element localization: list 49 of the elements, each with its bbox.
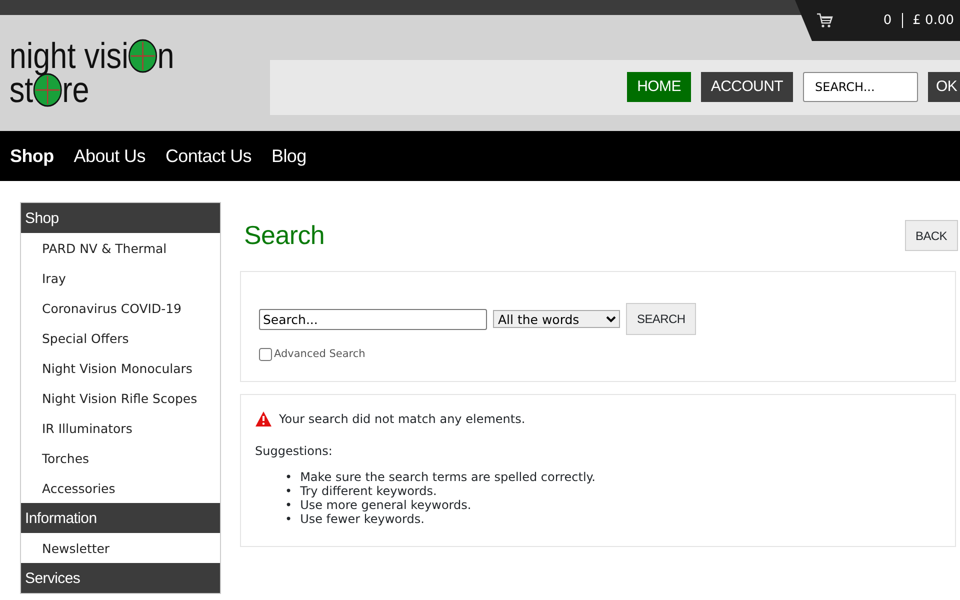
- message-text: Your search did not match any elements.: [279, 410, 526, 428]
- search-field[interactable]: Search...: [259, 308, 487, 330]
- nav-button[interactable]: ACCOUNT: [700, 72, 793, 102]
- suggestion-item: Try different keywords.: [300, 484, 437, 498]
- bullet-mark: •: [285, 470, 292, 484]
- nav-link[interactable]: Shop: [10, 142, 54, 170]
- logo-text: night visi: [9, 39, 128, 73]
- sidebar-item[interactable]: Night Vision Monoculars: [21, 353, 220, 383]
- sidebar-heading: Shop: [21, 203, 220, 233]
- logo-text: n: [157, 39, 174, 73]
- cart-panel[interactable]: 0 £ 0.00: [795, 0, 960, 41]
- sidebar-item[interactable]: IR Illuminators: [21, 413, 220, 443]
- suggestion-item: Make sure the search terms are spelled correctly.: [300, 470, 596, 484]
- sidebar-item[interactable]: PARD NV & Thermal: [21, 233, 220, 263]
- bullet-mark: •: [285, 484, 292, 498]
- sidebar-heading: Services: [21, 563, 220, 593]
- back-button[interactable]: BACK: [904, 220, 958, 251]
- search-button[interactable]: SEARCH: [626, 303, 696, 335]
- page-title: Search: [244, 219, 325, 252]
- suggestion-item: Use fewer keywords.: [300, 512, 424, 526]
- suggestion-item: Use more general keywords.: [300, 498, 472, 512]
- cart-icon[interactable]: [816, 13, 834, 28]
- sidebar-item[interactable]: Newsletter: [21, 533, 220, 563]
- logo-text: re: [62, 73, 90, 107]
- crosshair-icon: [128, 39, 158, 73]
- sidebar-item[interactable]: Torches: [21, 443, 220, 473]
- sidebar-item[interactable]: Night Vision Rifle Scopes: [21, 383, 220, 413]
- sidebar-item[interactable]: Accessories: [21, 473, 220, 503]
- warning-icon: [255, 410, 272, 427]
- bullet-mark: •: [285, 498, 292, 512]
- nav-link[interactable]: About Us: [74, 142, 146, 170]
- checkbox[interactable]: [259, 348, 272, 362]
- logo[interactable]: night visi n st re: [0, 39, 230, 107]
- mode-dropdown[interactable]: All the words: [493, 310, 620, 328]
- logo-text: st: [9, 73, 34, 107]
- sidebar-item[interactable]: Special Offers: [21, 323, 220, 353]
- sidebar-heading: Information: [21, 503, 220, 533]
- cart-total: £ 0.00: [912, 12, 954, 30]
- checkbox-label[interactable]: Advanced Search: [274, 347, 366, 363]
- suggestions-heading: Suggestions:: [255, 442, 334, 460]
- ok-button[interactable]: OK: [928, 72, 960, 102]
- search-field[interactable]: SEARCH...: [803, 72, 918, 102]
- nav-button[interactable]: HOME: [627, 72, 691, 102]
- sidebar-item[interactable]: Coronavirus COVID-19: [21, 293, 220, 323]
- nav-link[interactable]: Blog: [271, 142, 306, 170]
- sidebar-item[interactable]: Iray: [21, 263, 220, 293]
- cart-count: 0: [883, 12, 892, 30]
- nav-link[interactable]: Contact Us: [165, 142, 252, 170]
- bullet-mark: •: [285, 512, 292, 526]
